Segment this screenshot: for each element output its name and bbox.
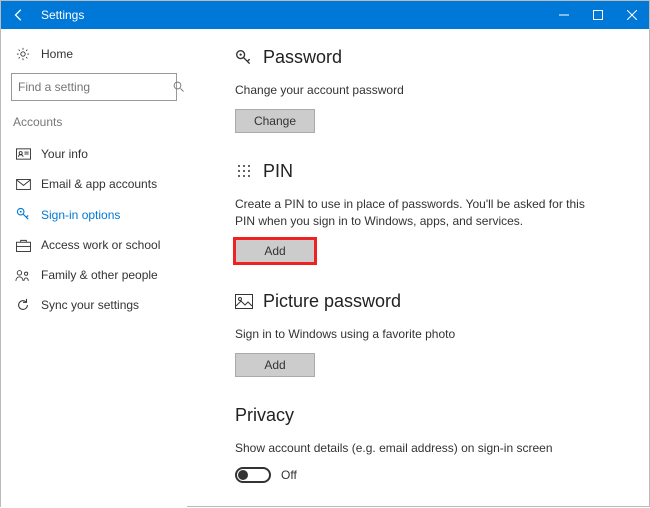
password-title: Password (263, 47, 342, 68)
change-password-button[interactable]: Change (235, 109, 315, 133)
mail-icon (15, 179, 31, 190)
sidebar-item-your-info[interactable]: Your info (11, 139, 177, 169)
maximize-button[interactable] (581, 1, 615, 29)
sidebar-item-sync[interactable]: Sync your settings (11, 290, 177, 320)
sidebar-item-label: Sync your settings (41, 298, 139, 312)
back-button[interactable] (1, 1, 37, 29)
sidebar-item-label: Your info (41, 147, 88, 161)
privacy-toggle[interactable] (235, 467, 271, 483)
section-header: Accounts (11, 115, 177, 129)
sidebar-item-email[interactable]: Email & app accounts (11, 169, 177, 199)
key-icon (235, 49, 253, 67)
home-label: Home (41, 47, 73, 61)
sidebar-item-signin[interactable]: Sign-in options (11, 199, 177, 230)
pin-group: PIN Create a PIN to use in place of pass… (235, 161, 629, 264)
picture-desc: Sign in to Windows using a favorite phot… (235, 326, 595, 343)
picture-icon (235, 294, 253, 309)
sidebar-item-label: Sign-in options (41, 208, 120, 222)
titlebar: Settings (1, 1, 649, 29)
sidebar-item-family[interactable]: Family & other people (11, 260, 177, 290)
privacy-desc: Show account details (e.g. email address… (235, 440, 595, 457)
search-icon (173, 81, 185, 93)
privacy-group: Privacy Show account details (e.g. email… (235, 405, 629, 483)
picture-title: Picture password (263, 291, 401, 312)
search-input[interactable] (11, 73, 177, 101)
window-title: Settings (37, 8, 84, 22)
sidebar-item-work[interactable]: Access work or school (11, 230, 177, 260)
privacy-toggle-label: Off (281, 468, 297, 482)
picture-password-group: Picture password Sign in to Windows usin… (235, 291, 629, 377)
pin-desc: Create a PIN to use in place of password… (235, 196, 595, 230)
sidebar-item-label: Access work or school (41, 238, 160, 252)
add-pin-button[interactable]: Add (235, 239, 315, 263)
add-picture-password-button[interactable]: Add (235, 353, 315, 377)
sync-icon (15, 298, 31, 312)
content-pane: Password Change your account password Ch… (187, 29, 649, 508)
pin-title: PIN (263, 161, 293, 182)
password-desc: Change your account password (235, 82, 595, 99)
home-button[interactable]: Home (11, 41, 177, 73)
search-field[interactable] (18, 80, 173, 94)
briefcase-icon (15, 239, 31, 252)
sidebar-item-label: Email & app accounts (41, 177, 157, 191)
sidebar: Home Accounts Your info Email & app acco… (1, 29, 187, 508)
sidebar-item-label: Family & other people (41, 268, 158, 282)
person-card-icon (15, 148, 31, 160)
password-group: Password Change your account password Ch… (235, 47, 629, 133)
pin-keypad-icon (235, 163, 253, 179)
privacy-title: Privacy (235, 405, 629, 426)
minimize-button[interactable] (547, 1, 581, 29)
gear-icon (15, 47, 31, 61)
key-icon (15, 207, 31, 222)
close-button[interactable] (615, 1, 649, 29)
people-icon (15, 269, 31, 282)
